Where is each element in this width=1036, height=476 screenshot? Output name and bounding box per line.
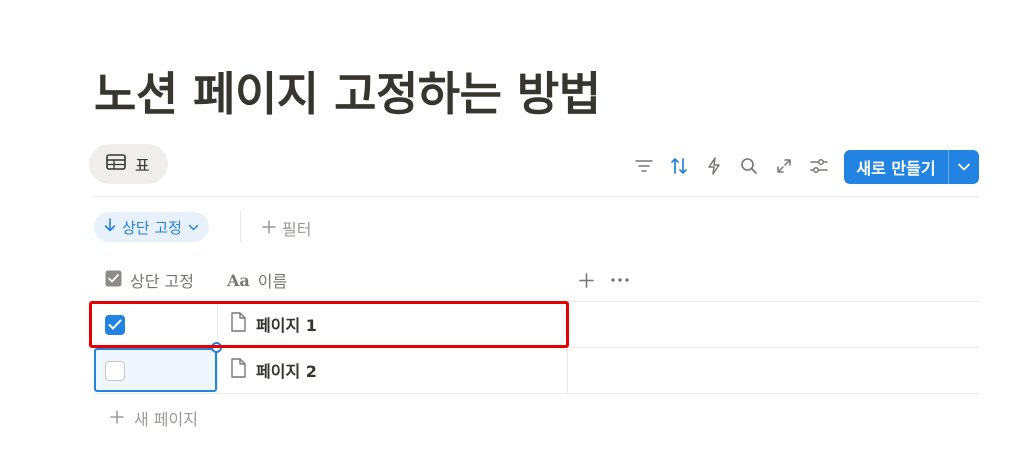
pinned-checkbox-unchecked[interactable]	[105, 361, 125, 381]
settings-icon[interactable]	[807, 154, 831, 178]
add-filter-button[interactable]: 필터	[262, 215, 311, 241]
column-divider	[567, 301, 568, 393]
page-name-label: 페이지 1	[256, 316, 317, 335]
new-page-button[interactable]: 새 페이지	[110, 405, 198, 431]
toolbar-divider	[94, 196, 979, 197]
page-icon	[230, 358, 246, 382]
row-divider	[94, 393, 979, 394]
tab-table-view[interactable]: 표	[89, 144, 168, 184]
more-options-icon[interactable]	[608, 268, 632, 292]
pinned-checkbox-checked[interactable]	[105, 315, 125, 335]
column-header-label: 상단 고정	[130, 272, 194, 291]
add-filter-label: 필터	[282, 220, 312, 239]
page-icon	[230, 312, 246, 336]
arrow-down-icon	[104, 218, 116, 236]
filter-divider	[240, 211, 241, 243]
chevron-down-icon	[188, 218, 199, 236]
plus-icon	[110, 409, 124, 428]
table-icon	[106, 154, 126, 174]
sort-icon[interactable]	[667, 154, 691, 178]
page-name-label: 페이지 2	[256, 362, 317, 381]
add-column-icon[interactable]	[574, 268, 598, 292]
new-button[interactable]: 새로 만들기	[844, 150, 979, 184]
checkbox-icon	[105, 270, 122, 291]
sort-chip-label: 상단 고정	[122, 218, 182, 237]
column-header-name[interactable]: Aa 이름	[227, 264, 287, 296]
new-button-label[interactable]: 새로 만들기	[844, 150, 949, 184]
column-header-label: 이름	[257, 272, 288, 291]
selection-handle[interactable]	[211, 342, 222, 353]
automation-icon[interactable]	[702, 154, 726, 178]
tab-table-label: 표	[135, 156, 150, 175]
table-row-page-1[interactable]: 페이지 1	[230, 312, 317, 336]
highlight-box	[89, 301, 569, 348]
column-header-pinned[interactable]: 상단 고정	[105, 264, 194, 296]
row-divider	[94, 301, 979, 302]
new-page-label: 새 페이지	[134, 410, 198, 429]
sort-chip[interactable]: 상단 고정	[94, 212, 209, 242]
expand-icon[interactable]	[772, 154, 796, 178]
chevron-down-icon[interactable]	[949, 150, 979, 184]
text-aa-icon: Aa	[227, 270, 250, 290]
filter-icon[interactable]	[632, 154, 656, 178]
table-row-page-2[interactable]: 페이지 2	[230, 358, 317, 382]
plus-icon	[262, 219, 276, 238]
search-icon[interactable]	[737, 154, 761, 178]
row-divider	[94, 347, 979, 348]
page-title: 노션 페이지 고정하는 방법	[94, 67, 601, 121]
